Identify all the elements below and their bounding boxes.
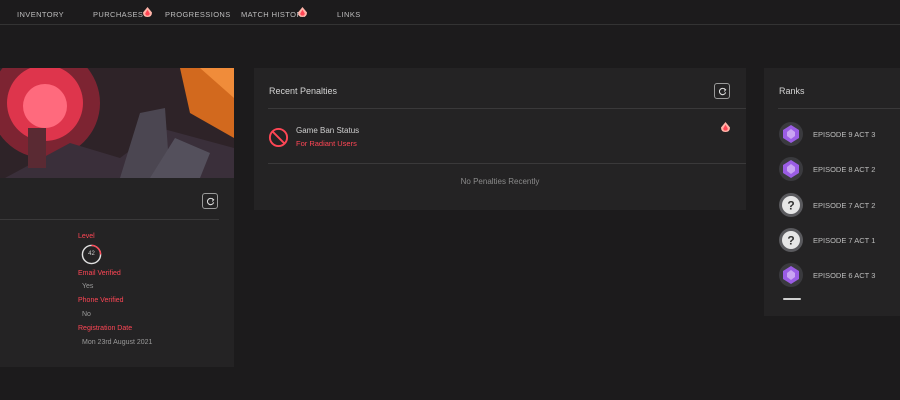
- level-value: 42: [88, 251, 95, 257]
- radiant-icon: [721, 122, 730, 132]
- email-verified-label: Email Verified: [78, 270, 121, 277]
- registration-date-value: Mon 23rd August 2021: [82, 339, 153, 346]
- refresh-icon: [206, 197, 214, 205]
- phone-verified-value: No: [82, 311, 91, 318]
- ban-status-subtitle: For Radiant Users: [296, 139, 357, 148]
- divider: [268, 108, 746, 109]
- divider: [268, 163, 746, 164]
- profile-refresh-button[interactable]: [202, 193, 218, 209]
- rank-episode-label: EPISODE 9 ACT 3: [813, 130, 876, 139]
- ascendant-rank-icon: [779, 263, 803, 287]
- radiant-icon: [298, 7, 307, 17]
- top-nav: INVENTORY PURCHASES PROGRESSIONS MATCH H…: [0, 0, 900, 25]
- rank-row: ? EPISODE 7 ACT 1: [778, 227, 900, 253]
- penalties-title: Recent Penalties: [269, 86, 338, 96]
- ban-status-title: Game Ban Status: [296, 126, 360, 135]
- penalties-refresh-button[interactable]: [714, 83, 730, 99]
- radiant-icon: [143, 7, 152, 17]
- nav-links[interactable]: LINKS: [337, 10, 361, 19]
- registration-date-label: Registration Date: [78, 325, 133, 332]
- ranks-title: Ranks: [779, 86, 805, 96]
- rank-episode-label: EPISODE 8 ACT 2: [813, 165, 876, 174]
- player-card-art: [0, 68, 234, 178]
- email-verified-value: Yes: [82, 283, 94, 290]
- unranked-question-icon: ?: [779, 228, 803, 252]
- unranked-question-icon: ?: [779, 193, 803, 217]
- rank-episode-label: EPISODE 7 ACT 1: [813, 236, 876, 245]
- nav-progressions[interactable]: PROGRESSIONS: [165, 10, 231, 19]
- ban-icon: [268, 127, 289, 148]
- phone-verified-label: Phone Verified: [78, 297, 124, 304]
- svg-text:?: ?: [787, 199, 794, 213]
- divider: [778, 108, 900, 109]
- no-penalties-text: No Penalties Recently: [460, 177, 540, 186]
- partial-rank-icon: [783, 298, 801, 300]
- level-label: Level: [78, 233, 95, 240]
- rank-row: EPISODE 6 ACT 3: [778, 262, 900, 288]
- ascendant-rank-icon: [779, 122, 803, 146]
- rank-episode-label: EPISODE 6 ACT 3: [813, 271, 876, 280]
- player-card-banner: [0, 68, 234, 178]
- rank-row: EPISODE 9 ACT 3: [778, 121, 900, 147]
- ascendant-rank-icon: [779, 157, 803, 181]
- rank-episode-label: EPISODE 7 ACT 2: [813, 201, 876, 210]
- nav-inventory[interactable]: INVENTORY: [17, 10, 64, 19]
- rank-row: ? EPISODE 7 ACT 2: [778, 192, 900, 218]
- rank-row: EPISODE 8 ACT 2: [778, 156, 900, 182]
- nav-purchases[interactable]: PURCHASES: [93, 10, 143, 19]
- divider: [0, 219, 219, 220]
- refresh-icon: [718, 87, 726, 95]
- svg-text:?: ?: [787, 234, 794, 248]
